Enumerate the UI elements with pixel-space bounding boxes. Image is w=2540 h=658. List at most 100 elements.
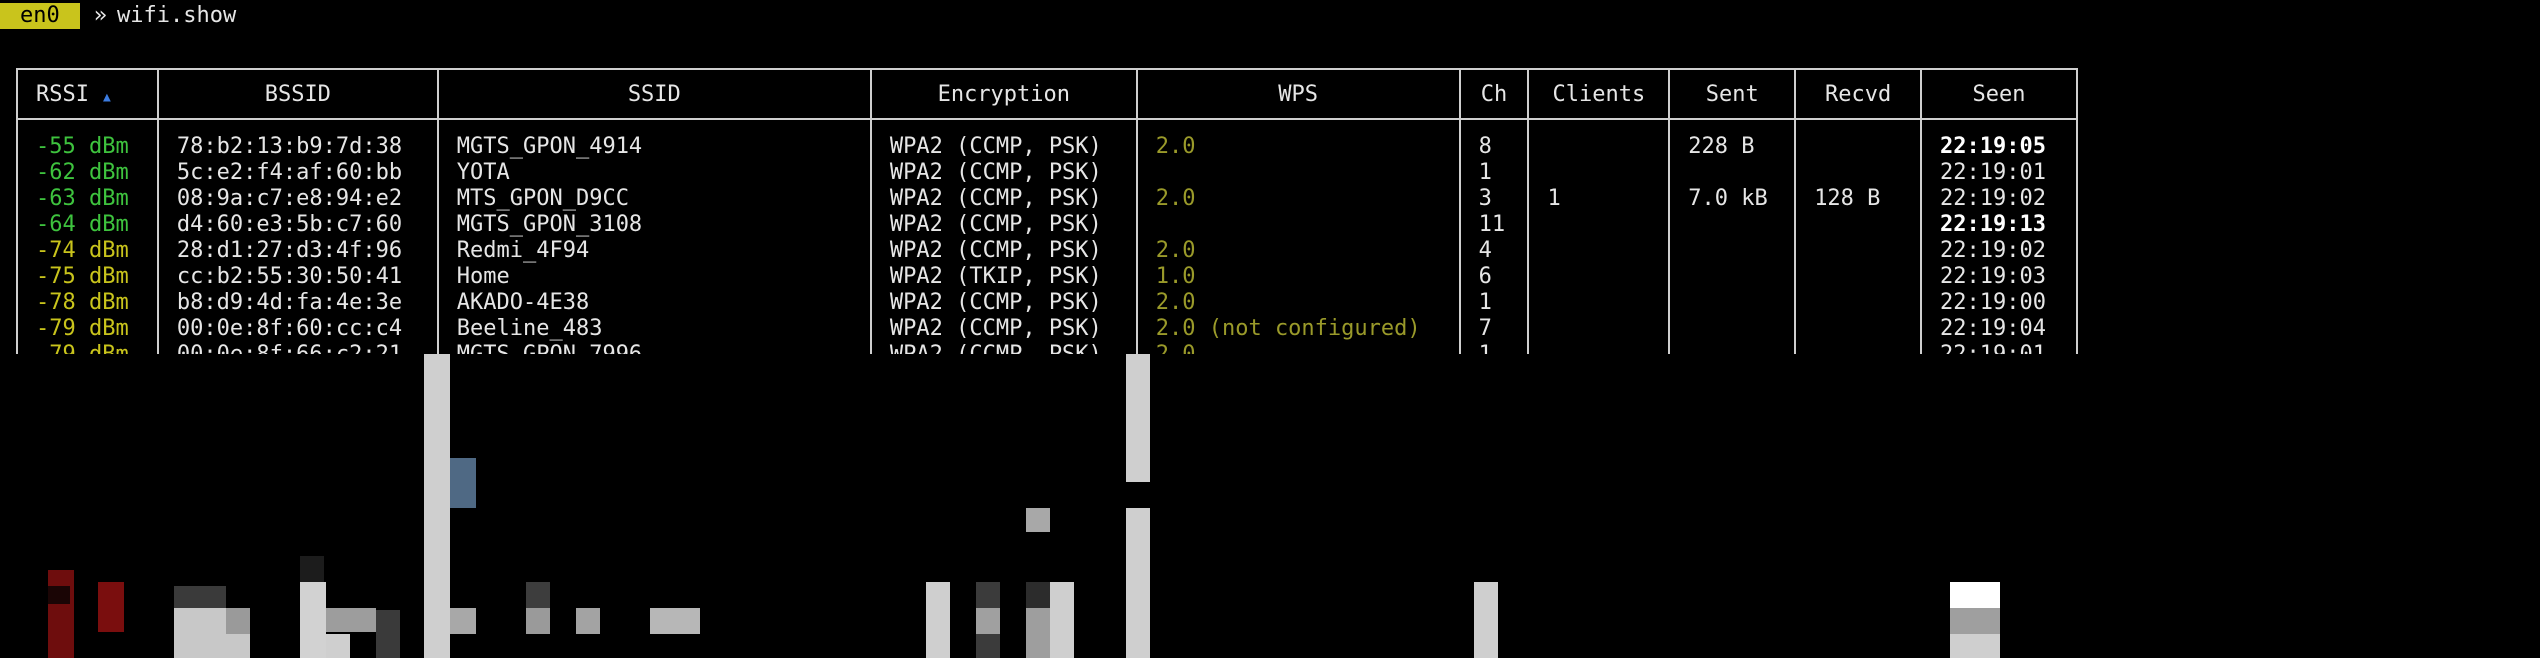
- bssid-cell: 00:0e:8f:60:cc:c4: [156, 316, 439, 342]
- encryption-cell: WPA2 (CCMP, PSK): [869, 238, 1138, 264]
- wifi-table: RSSI ▲ BSSID SSID Encryption WPS Ch Clien…: [16, 68, 2078, 354]
- clients-cell: [1527, 238, 1671, 264]
- seen-cell: 22:19:04: [1920, 316, 2078, 342]
- seen-cell: 22:19:01: [1920, 160, 2078, 186]
- render-artifacts: [0, 354, 2540, 658]
- wps-cell: 2.0: [1135, 290, 1461, 316]
- column-header-recvd[interactable]: Recvd: [1794, 68, 1923, 120]
- encryption-cell: WPA2 (CCMP, PSK): [869, 342, 1138, 354]
- clients-cell: 1: [1527, 186, 1671, 212]
- rssi-cell: -62 dBm: [16, 160, 159, 186]
- seen-cell: 22:19:02: [1920, 186, 2078, 212]
- bssid-cell: 08:9a:c7:e8:94:e2: [156, 186, 439, 212]
- rssi-cell: -75 dBm: [16, 264, 159, 290]
- recvd-cell: 128 B: [1794, 186, 1923, 212]
- recvd-cell: [1794, 342, 1923, 354]
- column-header-encryption[interactable]: Encryption: [869, 68, 1138, 120]
- recvd-cell: [1794, 160, 1923, 186]
- recvd-cell: [1794, 316, 1923, 342]
- bssid-cell: 00:0e:8f:66:c2:21: [156, 342, 439, 354]
- wps-cell: 2.0: [1135, 342, 1461, 354]
- column-header-seen[interactable]: Seen: [1920, 68, 2078, 120]
- channel-cell: 4: [1458, 238, 1530, 264]
- ssid-cell: Beeline_483: [436, 316, 872, 342]
- column-header-bssid[interactable]: BSSID: [156, 68, 439, 120]
- seen-cell: 22:19:02: [1920, 238, 2078, 264]
- terminal-prompt: en0 » wifi.show: [0, 0, 236, 30]
- table-row[interactable]: -79 dBm 00:0e:8f:60:cc:c4 Beeline_483 WPA2 …: [16, 316, 2078, 342]
- sent-cell: 7.0 kB: [1668, 186, 1797, 212]
- wps-cell: 2.0: [1135, 186, 1461, 212]
- recvd-cell: [1794, 212, 1923, 238]
- channel-cell: 7: [1458, 316, 1530, 342]
- bssid-cell: 28:d1:27:d3:4f:96: [156, 238, 439, 264]
- sent-cell: 228 B: [1668, 119, 1797, 160]
- clients-cell: [1527, 316, 1671, 342]
- encryption-cell: WPA2 (CCMP, PSK): [869, 160, 1138, 186]
- sent-cell: [1668, 316, 1797, 342]
- bssid-cell: cc:b2:55:30:50:41: [156, 264, 439, 290]
- rssi-cell: -74 dBm: [16, 238, 159, 264]
- rssi-cell: -63 dBm: [16, 186, 159, 212]
- ssid-cell: AKADO-4E38: [436, 290, 872, 316]
- encryption-cell: WPA2 (CCMP, PSK): [869, 316, 1138, 342]
- wps-cell: [1135, 160, 1461, 186]
- encryption-cell: WPA2 (CCMP, PSK): [869, 212, 1138, 238]
- sent-cell: [1668, 264, 1797, 290]
- recvd-cell: [1794, 264, 1923, 290]
- rssi-cell: -55 dBm: [16, 119, 159, 160]
- table-row[interactable]: -75 dBm cc:b2:55:30:50:41 Home WPA2 (TKIP, …: [16, 264, 2078, 290]
- wps-cell: 2.0: [1135, 238, 1461, 264]
- column-header-ch[interactable]: Ch: [1458, 68, 1530, 120]
- table-row[interactable]: -79 dBm00:0e:8f:66:c2:21MGTS_GPON_7996WP…: [16, 342, 2078, 354]
- wps-cell: 1.0: [1135, 264, 1461, 290]
- table-row[interactable]: -74 dBm 28:d1:27:d3:4f:96 Redmi_4F94 WPA2 (…: [16, 238, 2078, 264]
- rssi-cell: -79 dBm: [16, 316, 159, 342]
- seen-cell: 22:19:01: [1920, 342, 2078, 354]
- prompt-command[interactable]: wifi.show: [117, 3, 236, 28]
- table-row[interactable]: -62 dBm 5c:e2:f4:af:60:bb YOTA WPA2 (CCMP, …: [16, 160, 2078, 186]
- encryption-cell: WPA2 (CCMP, PSK): [869, 290, 1138, 316]
- clients-cell: [1527, 290, 1671, 316]
- sent-cell: [1668, 160, 1797, 186]
- clients-cell: [1527, 160, 1671, 186]
- ssid-cell: Home: [436, 264, 872, 290]
- rssi-cell: -64 dBm: [16, 212, 159, 238]
- column-header-wps[interactable]: WPS: [1135, 68, 1461, 120]
- ssid-cell: Redmi_4F94: [436, 238, 872, 264]
- sort-ascending-icon: ▲: [102, 89, 111, 105]
- seen-cell: 22:19:13: [1920, 212, 2078, 238]
- channel-cell: 3: [1458, 186, 1530, 212]
- table-row[interactable]: -63 dBm 08:9a:c7:e8:94:e2 MTS_GPON_D9CC WPA…: [16, 186, 2078, 212]
- table-row[interactable]: -78 dBm b8:d9:4d:fa:4e:3e AKADO-4E38 WPA2 (…: [16, 290, 2078, 316]
- clients-cell: [1527, 119, 1671, 160]
- table-row[interactable]: -64 dBm d4:60:e3:5b:c7:60 MGTS_GPON_3108 WP…: [16, 212, 2078, 238]
- sent-cell: [1668, 238, 1797, 264]
- wifi-table-viewport[interactable]: RSSI ▲ BSSID SSID Encryption WPS Ch Clien…: [16, 68, 2078, 354]
- clients-cell: [1527, 264, 1671, 290]
- column-header-rssi[interactable]: RSSI ▲: [16, 68, 159, 120]
- wps-cell: 2.0 (not configured): [1135, 316, 1461, 342]
- table-row[interactable]: -55 dBm 78:b2:13:b9:7d:38 MGTS_GPON_4914 WP…: [16, 119, 2078, 160]
- encryption-cell: WPA2 (TKIP, PSK): [869, 264, 1138, 290]
- sent-cell: [1668, 290, 1797, 316]
- channel-cell: 8: [1458, 119, 1530, 160]
- column-header-sent[interactable]: Sent: [1668, 68, 1797, 120]
- column-header-rssi-label: RSSI: [36, 81, 89, 107]
- sent-cell: [1668, 212, 1797, 238]
- channel-cell: 1: [1458, 290, 1530, 316]
- channel-cell: 11: [1458, 212, 1530, 238]
- clients-cell: [1527, 212, 1671, 238]
- ssid-cell: MGTS_GPON_4914: [436, 119, 872, 160]
- bssid-cell: b8:d9:4d:fa:4e:3e: [156, 290, 439, 316]
- column-header-clients[interactable]: Clients: [1527, 68, 1671, 120]
- ssid-cell: MGTS_GPON_7996: [436, 342, 872, 354]
- sent-cell: [1668, 342, 1797, 354]
- recvd-cell: [1794, 290, 1923, 316]
- bssid-cell: 78:b2:13:b9:7d:38: [156, 119, 439, 160]
- column-header-ssid[interactable]: SSID: [436, 68, 872, 120]
- ssid-cell: MGTS_GPON_3108: [436, 212, 872, 238]
- seen-cell: 22:19:03: [1920, 264, 2078, 290]
- wifi-table-body: -55 dBm 78:b2:13:b9:7d:38 MGTS_GPON_4914 WP…: [16, 119, 2078, 354]
- table-header-row: RSSI ▲ BSSID SSID Encryption WPS Ch Clien…: [16, 68, 2078, 120]
